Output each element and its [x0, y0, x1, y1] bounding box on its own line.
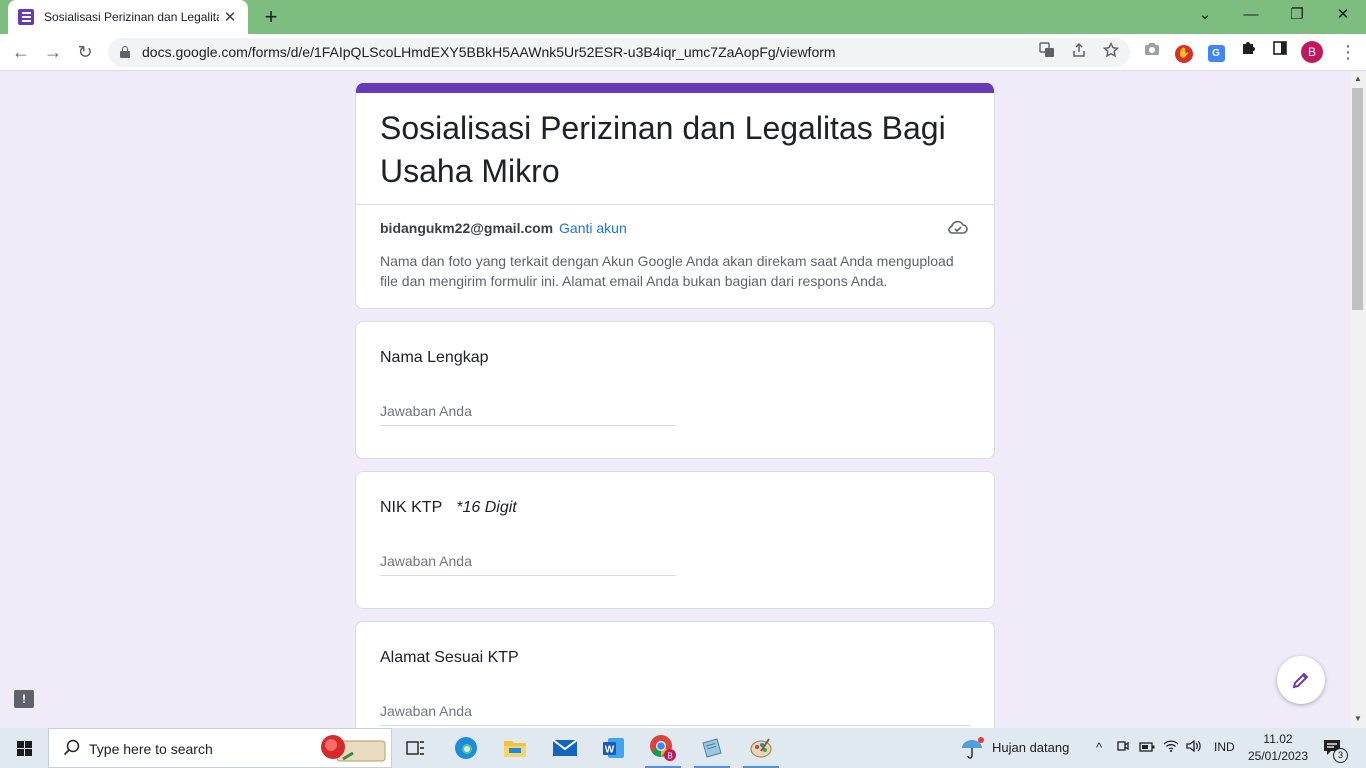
paint-icon [750, 738, 772, 758]
tab-title: Sosialisasi Perizinan dan Legalitas Bagi… [44, 10, 219, 24]
notepad-app-button[interactable] [688, 728, 736, 768]
account-line: bidangukm22@gmail.com Ganti akun [380, 219, 627, 237]
address-bar[interactable]: docs.google.com/forms/d/e/1FAIpQLScoLHmd… [108, 38, 1130, 67]
answer-input[interactable]: Jawaban Anda [380, 548, 676, 576]
search-placeholder[interactable]: Type here to search [89, 729, 213, 768]
form-header-card: Sosialisasi Perizinan dan Legalitas Bagi… [355, 83, 995, 309]
svg-text:B: B [667, 752, 672, 761]
close-window-button[interactable]: ✕ [1320, 0, 1366, 30]
question-card: NIK KTP *16 Digit Jawaban Anda [355, 471, 995, 609]
question-label: NIK KTP *16 Digit [380, 499, 517, 516]
clock-date: 25/01/2023 [1247, 749, 1309, 763]
question-card: Nama Lengkap Jawaban Anda [355, 321, 995, 459]
taskbar-clock[interactable]: 11.02 25/01/2023 [1244, 731, 1312, 765]
paint-button[interactable] [737, 728, 785, 768]
question-card: Alamat Sesuai KTP Jawaban Anda [355, 621, 995, 741]
question-hint: *16 Digit [456, 499, 517, 516]
search-icon [63, 739, 80, 756]
tab-close-icon[interactable]: ✕ [222, 8, 238, 26]
edit-fab-button[interactable] [1277, 656, 1325, 704]
camera-icon[interactable] [1141, 40, 1163, 62]
sidepanel-icon[interactable] [1269, 40, 1291, 62]
answer-input[interactable]: Jawaban Anda [380, 698, 970, 726]
form-title: Sosialisasi Perizinan dan Legalitas Bagi… [380, 110, 946, 189]
bookmark-star-icon[interactable] [1100, 41, 1122, 64]
restore-button[interactable]: ❐ [1274, 0, 1320, 30]
file-explorer-icon [504, 741, 526, 757]
edge-icon [455, 737, 477, 759]
browser-tab[interactable]: Sosialisasi Perizinan dan Legalitas Bagi… [8, 0, 248, 34]
battery-icon[interactable] [1138, 739, 1156, 757]
chrome-button[interactable]: B [639, 728, 687, 768]
task-view-icon [406, 741, 424, 755]
meet-now-icon[interactable] [1114, 739, 1132, 757]
svg-text:W: W [605, 745, 615, 756]
header-accent-bar [356, 83, 994, 93]
edge-button[interactable] [442, 728, 490, 768]
word-button[interactable]: W [590, 728, 638, 768]
word-icon: W [603, 738, 624, 758]
google-forms-icon [18, 9, 34, 25]
stop-extension-icon[interactable]: ✋ [1173, 40, 1195, 63]
account-email: bidangukm22@gmail.com [380, 220, 554, 236]
new-tab-button[interactable]: + [258, 4, 284, 30]
tray-chevron-icon[interactable]: ^ [1090, 739, 1108, 757]
privacy-notice: Nama dan foto yang terkait dengan Akun G… [380, 253, 954, 289]
weather-text[interactable]: Hujan datang [992, 740, 1069, 755]
notification-count-badge: 3 [1333, 748, 1348, 763]
profile-avatar[interactable]: B [1301, 41, 1323, 63]
taskbar-search-box[interactable]: Type here to search [48, 728, 392, 768]
reload-button[interactable]: ↻ [72, 39, 98, 65]
mail-button[interactable] [541, 728, 589, 768]
file-explorer-button[interactable] [491, 728, 539, 768]
page-scrollbar[interactable]: ▲ ▼ [1350, 72, 1366, 728]
wifi-icon[interactable] [1162, 739, 1180, 757]
volume-icon[interactable] [1184, 739, 1202, 757]
search-highlight-art-icon [321, 735, 386, 762]
minimize-button[interactable]: — [1228, 0, 1274, 30]
lock-icon[interactable] [120, 46, 130, 58]
tab-search-chevron-icon[interactable]: ⌄ [1182, 0, 1228, 30]
scroll-up-arrow-icon[interactable]: ▲ [1350, 74, 1366, 83]
windows-taskbar: Type here to search W B Hujan datang ^ I… [0, 728, 1366, 768]
switch-account-link[interactable]: Ganti akun [559, 220, 627, 236]
question-label: Nama Lengkap [380, 349, 489, 366]
puzzle-icon[interactable] [1237, 40, 1259, 62]
menu-icon[interactable]: ⋮ [1338, 40, 1358, 64]
notepad-app-icon [702, 738, 722, 758]
scroll-thumb[interactable] [1352, 88, 1363, 310]
mail-icon [552, 739, 578, 756]
task-view-button[interactable] [392, 728, 440, 768]
share-icon[interactable] [1068, 42, 1090, 64]
tab-bar: Sosialisasi Perizinan dan Legalitas Bagi… [0, 0, 1366, 34]
forward-button[interactable]: → [40, 39, 66, 65]
url-text[interactable]: docs.google.com/forms/d/e/1FAIpQLScoLHmd… [142, 38, 836, 67]
weather-icon[interactable] [960, 737, 984, 759]
back-button[interactable]: ← [8, 39, 34, 65]
windows-logo-icon [16, 740, 32, 756]
browser-toolbar: ← → ↻ docs.google.com/forms/d/e/1FAIpQLS… [0, 34, 1366, 71]
scroll-down-arrow-icon[interactable]: ▼ [1350, 714, 1366, 723]
header-divider [356, 204, 994, 205]
answer-input[interactable]: Jawaban Anda [380, 398, 676, 426]
translate-icon[interactable] [1036, 42, 1058, 64]
chrome-icon: B [650, 735, 676, 761]
language-indicator[interactable]: IND [1214, 740, 1235, 754]
report-feedback-icon[interactable]: ! [14, 690, 34, 708]
cloud-saved-icon[interactable] [948, 219, 968, 235]
pencil-icon [1292, 672, 1309, 689]
start-button[interactable] [0, 728, 48, 768]
translate-extension-icon[interactable]: G [1205, 40, 1227, 62]
question-label: Alamat Sesuai KTP [380, 649, 519, 666]
clock-time: 11.02 [1263, 732, 1293, 746]
